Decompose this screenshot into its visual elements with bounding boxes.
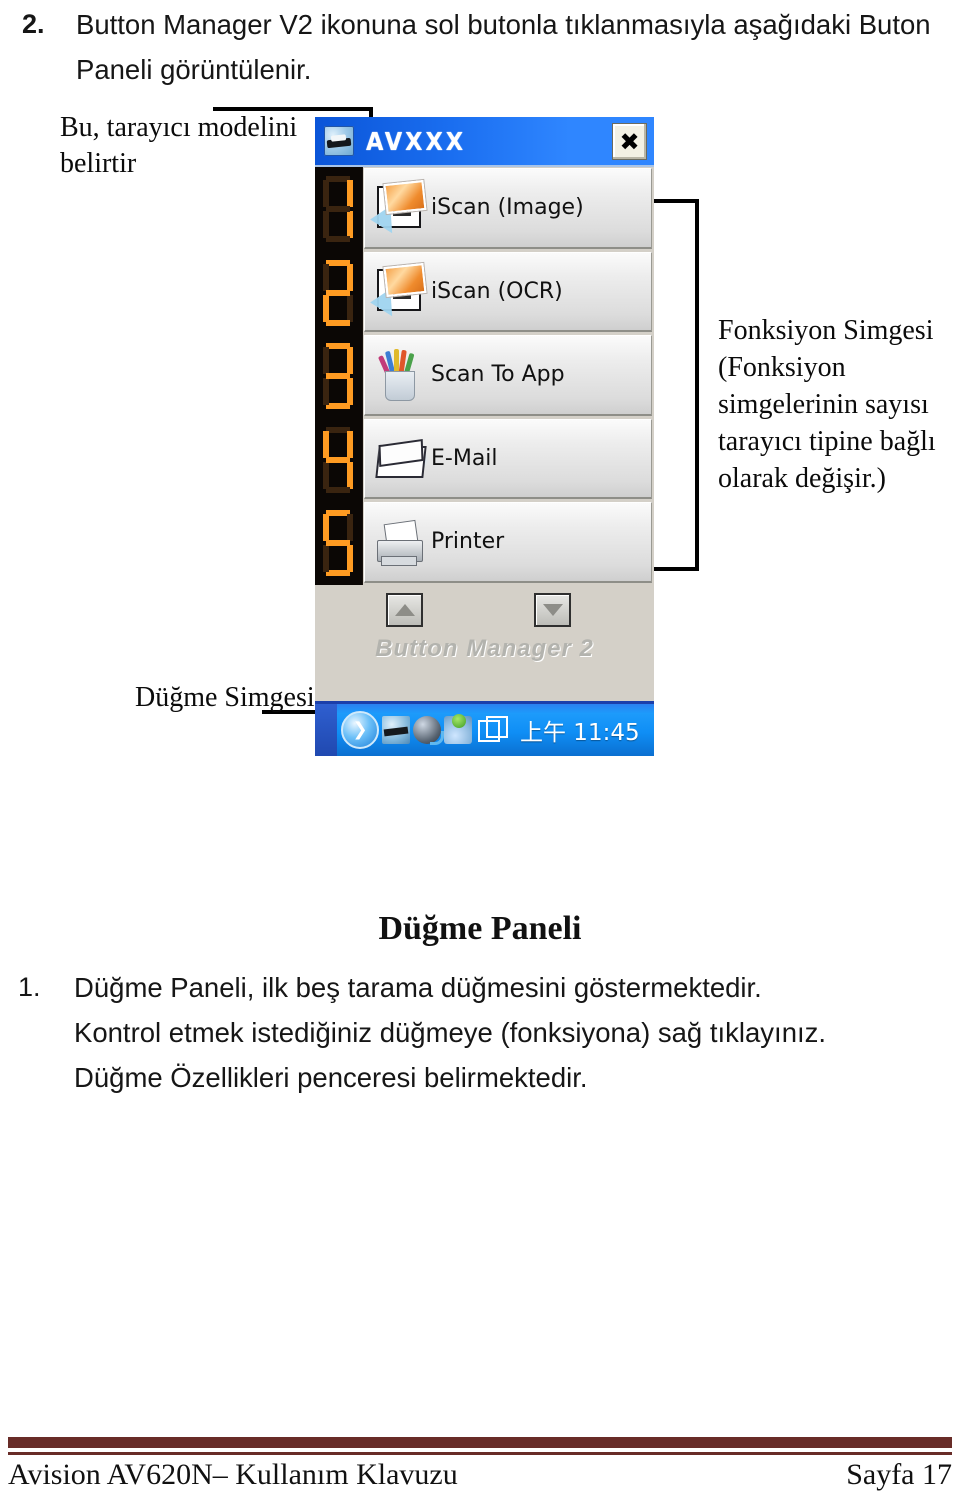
network-tray-icon[interactable] [413, 716, 444, 745]
step-1-paragraph: 1. Düğme Paneli, ilk beş tarama düğmesin… [18, 965, 938, 1100]
step-1-number: 1. [18, 972, 41, 1002]
list-item[interactable]: E-Mail [315, 417, 654, 501]
page-footer: Avision AV620N– Kullanım Klavuzu Sayfa 1… [8, 1458, 952, 1492]
close-icon[interactable]: ✖ [612, 123, 647, 160]
scanner-tray-icon[interactable] [382, 716, 410, 744]
windows-tray-icon[interactable] [478, 716, 508, 744]
pencil-cup-icon [371, 345, 427, 405]
list-item[interactable]: Printer [315, 501, 654, 585]
footer-rule-thick [8, 1437, 952, 1448]
step-1-line-3: Düğme Özellikleri penceresi belirmektedi… [74, 1062, 588, 1093]
led-number-2 [315, 250, 363, 334]
taskbar-left-edge [315, 704, 337, 756]
step-2-number: 2. [22, 9, 45, 39]
footer-page-number: Sayfa 17 [846, 1458, 952, 1491]
triangle-down-icon [542, 603, 563, 616]
panel-title-bar: AVXXX ✖ [315, 117, 654, 167]
led-number-3 [315, 334, 363, 418]
button-label: iScan (Image) [431, 195, 584, 221]
triangle-up-icon [394, 603, 415, 616]
button-label: iScan (OCR) [431, 278, 563, 304]
printer-icon [371, 512, 427, 572]
scroll-down-button[interactable] [534, 592, 571, 627]
scroll-arrow-row [315, 585, 654, 633]
button-label: Printer [431, 529, 505, 555]
windows-taskbar: ❯ 上午 11:45 [315, 701, 654, 756]
led-number-5 [315, 501, 363, 585]
button-row-4[interactable]: E-Mail [364, 418, 652, 499]
envelope-icon [371, 428, 429, 488]
scanner-icon [324, 126, 354, 156]
button-row-3[interactable]: Scan To App [364, 335, 652, 416]
bracket-top-arm [651, 199, 699, 203]
list-item[interactable]: Scan To App [315, 334, 654, 418]
button-row-2[interactable]: iScan (OCR) [364, 251, 652, 332]
button-label: Scan To App [431, 362, 565, 388]
photo-scan-icon [370, 178, 427, 238]
taskbar-clock[interactable]: 上午 11:45 [520, 713, 640, 747]
panel-title: AVXXX [366, 126, 467, 156]
annotation-scanner-model: Bu, tarayıcı modelini belirtir [60, 112, 298, 179]
scroll-up-button[interactable] [386, 592, 423, 627]
page-title: Düğme Paneli [378, 910, 582, 947]
annotation-function-icon: Fonksiyon Simgesi (Fonksiyon simgelerini… [718, 315, 936, 494]
step-2-text: Button Manager V2 ikonuna sol butonla tı… [76, 9, 931, 85]
led-number-4 [315, 417, 363, 501]
button-panel-window[interactable]: AVXXX ✖ iScan (Image) iScan (OCR) Scan T… [315, 117, 654, 756]
list-item[interactable]: iScan (Image) [315, 167, 654, 251]
led-number-1 [315, 167, 363, 251]
document-page: 2. Button Manager V2 ikonuna sol butonla… [0, 0, 960, 1503]
bracket-vertical [695, 199, 699, 571]
photo-scan-icon [370, 261, 427, 321]
button-list: iScan (Image) iScan (OCR) Scan To App E-… [315, 167, 654, 585]
button-row-1[interactable]: iScan (Image) [364, 168, 652, 249]
footer-left-text: Avision AV620N– Kullanım Klavuzu [8, 1458, 458, 1491]
annotation-button-icon: Düğme Simgesi [135, 682, 315, 713]
safely-remove-tray-icon[interactable] [444, 714, 472, 744]
footer-rule-thin [8, 1452, 952, 1455]
bracket-bottom-arm [651, 567, 699, 571]
show-hidden-icons-chevron-icon[interactable]: ❯ [341, 711, 379, 749]
step-1-line-2: Kontrol etmek istediğiniz düğmeye (fonks… [74, 1017, 827, 1048]
button-row-5[interactable]: Printer [364, 502, 652, 583]
list-item[interactable]: iScan (OCR) [315, 250, 654, 334]
step-1-line-1: Düğme Paneli, ilk beş tarama düğmesini g… [74, 972, 762, 1003]
button-label: E-Mail [431, 445, 498, 471]
step-2-paragraph: 2. Button Manager V2 ikonuna sol butonla… [22, 2, 940, 92]
panel-brand-label: Button Manager 2 [375, 634, 594, 662]
